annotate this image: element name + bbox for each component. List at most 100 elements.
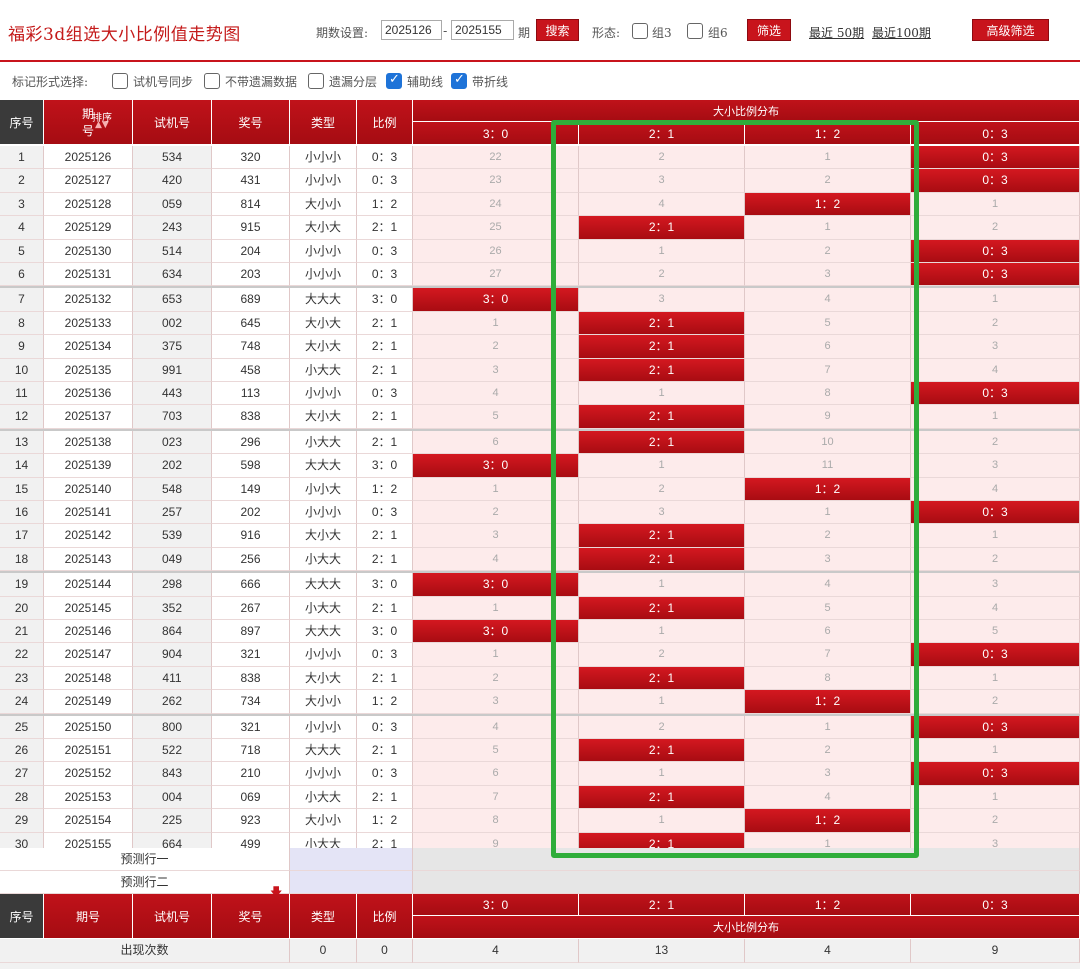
header-issue[interactable]: 期 号 bbox=[44, 100, 133, 145]
header-issue-bottom: 号 bbox=[81, 124, 94, 138]
sort-arrows-icon[interactable]: ▲▼ bbox=[95, 120, 109, 130]
table-row: 13 2025138 023 296 小大大 2：1 6 2：1 10 2 bbox=[0, 430, 1080, 455]
group6-checkbox[interactable] bbox=[687, 23, 703, 39]
dist-miss-cell: 2 bbox=[745, 739, 911, 763]
cell-n: 6 bbox=[0, 263, 44, 287]
group3-checkbox[interactable] bbox=[632, 23, 648, 39]
cell-type: 大大大 bbox=[290, 739, 357, 763]
table-row: 17 2025142 539 916 大小大 2：1 3 2：1 2 1 bbox=[0, 524, 1080, 548]
cell-n: 13 bbox=[0, 430, 44, 455]
dist-miss-cell: 6 bbox=[413, 430, 579, 455]
recent-100-link[interactable]: 最近100期 bbox=[872, 24, 931, 41]
cell-n: 8 bbox=[0, 311, 44, 336]
dist-miss-cell: 7 bbox=[745, 643, 911, 667]
dist-hit-cell: 0：3 bbox=[911, 762, 1080, 786]
table-row: 24 2025149 262 734 大小小 1：2 3 1 1：2 2 bbox=[0, 690, 1080, 714]
predict-row-2-label: 预测行二 bbox=[0, 871, 290, 894]
predict-row-1-dist[interactable] bbox=[413, 848, 1080, 871]
dist-miss-cell: 8 bbox=[745, 382, 911, 406]
cell-n: 23 bbox=[0, 666, 44, 691]
cell-trial: 843 bbox=[133, 762, 212, 786]
cell-type: 大小大 bbox=[290, 524, 357, 548]
cell-ratio: 3：0 bbox=[357, 620, 413, 644]
stats-3-0: 4 bbox=[413, 939, 579, 963]
miss-layer-checkbox[interactable] bbox=[308, 73, 324, 89]
period-to-input[interactable]: 2025155 bbox=[451, 20, 514, 40]
header-seq: 序号 bbox=[0, 100, 44, 145]
shape-label: 形态: bbox=[592, 26, 621, 40]
polyline-checkbox[interactable] bbox=[451, 72, 467, 89]
cell-ratio: 1：2 bbox=[357, 192, 413, 217]
cell-type: 大小大 bbox=[290, 666, 357, 691]
cell-issue: 2025127 bbox=[44, 169, 133, 193]
cell-type: 大大大 bbox=[290, 288, 357, 312]
stats-label: 出现次数 bbox=[0, 939, 290, 963]
cell-prize: 748 bbox=[212, 335, 290, 359]
dist-miss-cell: 1 bbox=[745, 216, 911, 240]
dist-miss-cell: 1 bbox=[579, 239, 745, 263]
cell-type: 小小小 bbox=[290, 715, 357, 739]
predict-row-1-input[interactable] bbox=[290, 848, 413, 871]
cell-ratio: 2：1 bbox=[357, 596, 413, 620]
cell-n: 28 bbox=[0, 785, 44, 810]
cell-prize: 210 bbox=[212, 762, 290, 786]
cell-issue: 2025149 bbox=[44, 690, 133, 714]
dist-miss-cell: 27 bbox=[413, 263, 579, 287]
dist-miss-cell: 3 bbox=[745, 547, 911, 572]
sync-trial-checkbox[interactable] bbox=[112, 73, 128, 89]
cell-ratio: 2：1 bbox=[357, 430, 413, 455]
cell-trial: 653 bbox=[133, 288, 212, 312]
dist-miss-cell: 1 bbox=[911, 288, 1080, 312]
dist-miss-cell: 1 bbox=[911, 524, 1080, 548]
filter-button[interactable]: 筛选 bbox=[747, 19, 791, 41]
dist-miss-cell: 3 bbox=[579, 288, 745, 312]
stats-type: 0 bbox=[290, 939, 357, 963]
cell-trial: 375 bbox=[133, 335, 212, 359]
dist-miss-cell: 6 bbox=[745, 620, 911, 644]
cell-n: 26 bbox=[0, 739, 44, 763]
table-row: 2 2025127 420 431 小小小 0：3 23 3 2 0：3 bbox=[0, 169, 1080, 193]
cell-prize: 458 bbox=[212, 358, 290, 382]
footer-ratio-0-3: 0：3 bbox=[911, 894, 1080, 916]
dist-miss-cell: 1 bbox=[745, 715, 911, 739]
cell-prize: 202 bbox=[212, 501, 290, 525]
cell-trial: 411 bbox=[133, 666, 212, 691]
dist-hit-cell: 0：3 bbox=[911, 146, 1080, 170]
cell-n: 9 bbox=[0, 335, 44, 359]
cell-prize: 897 bbox=[212, 620, 290, 644]
dist-miss-cell: 1 bbox=[911, 785, 1080, 810]
predict-row-2-dist[interactable] bbox=[413, 871, 1080, 894]
dist-hit-cell: 2：1 bbox=[579, 524, 745, 548]
dist-miss-cell: 25 bbox=[413, 216, 579, 240]
cell-n: 19 bbox=[0, 573, 44, 597]
table-row: 19 2025144 298 666 大大大 3：0 3：0 1 4 3 bbox=[0, 573, 1080, 597]
search-button[interactable]: 搜索 bbox=[536, 19, 579, 41]
dist-miss-cell: 7 bbox=[745, 358, 911, 382]
dist-hit-cell: 0：3 bbox=[911, 239, 1080, 263]
polyline-label: 带折线 bbox=[472, 75, 509, 89]
cell-trial: 004 bbox=[133, 785, 212, 810]
period-from-input[interactable]: 2025126 bbox=[381, 20, 442, 40]
cell-issue: 2025141 bbox=[44, 501, 133, 525]
header-dist-title: 大小比例分布 bbox=[413, 100, 1080, 122]
page-title: 福彩3d组选大小比例值走势图 bbox=[8, 25, 241, 45]
recent-50-link[interactable]: 最近 50期 bbox=[809, 24, 864, 41]
footer-issue-b: 号 bbox=[88, 909, 101, 924]
no-miss-data-checkbox[interactable] bbox=[204, 73, 220, 89]
cell-prize: 321 bbox=[212, 715, 290, 739]
cell-n: 7 bbox=[0, 288, 44, 312]
dist-hit-cell: 2：1 bbox=[579, 430, 745, 455]
table-row: 25 2025150 800 321 小小小 0：3 4 2 1 0：3 bbox=[0, 715, 1080, 739]
dist-miss-cell: 3 bbox=[579, 501, 745, 525]
cell-issue: 2025126 bbox=[44, 146, 133, 170]
cell-trial: 991 bbox=[133, 358, 212, 382]
dist-miss-cell: 4 bbox=[413, 382, 579, 406]
cell-prize: 814 bbox=[212, 192, 290, 217]
cell-trial: 539 bbox=[133, 524, 212, 548]
cell-trial: 257 bbox=[133, 501, 212, 525]
advanced-filter-button[interactable]: 高级筛选 bbox=[972, 19, 1049, 41]
predict-row-2-input[interactable] bbox=[290, 871, 413, 894]
aux-line-checkbox[interactable] bbox=[386, 72, 402, 89]
dist-miss-cell: 26 bbox=[413, 239, 579, 263]
cell-ratio: 2：1 bbox=[357, 358, 413, 382]
